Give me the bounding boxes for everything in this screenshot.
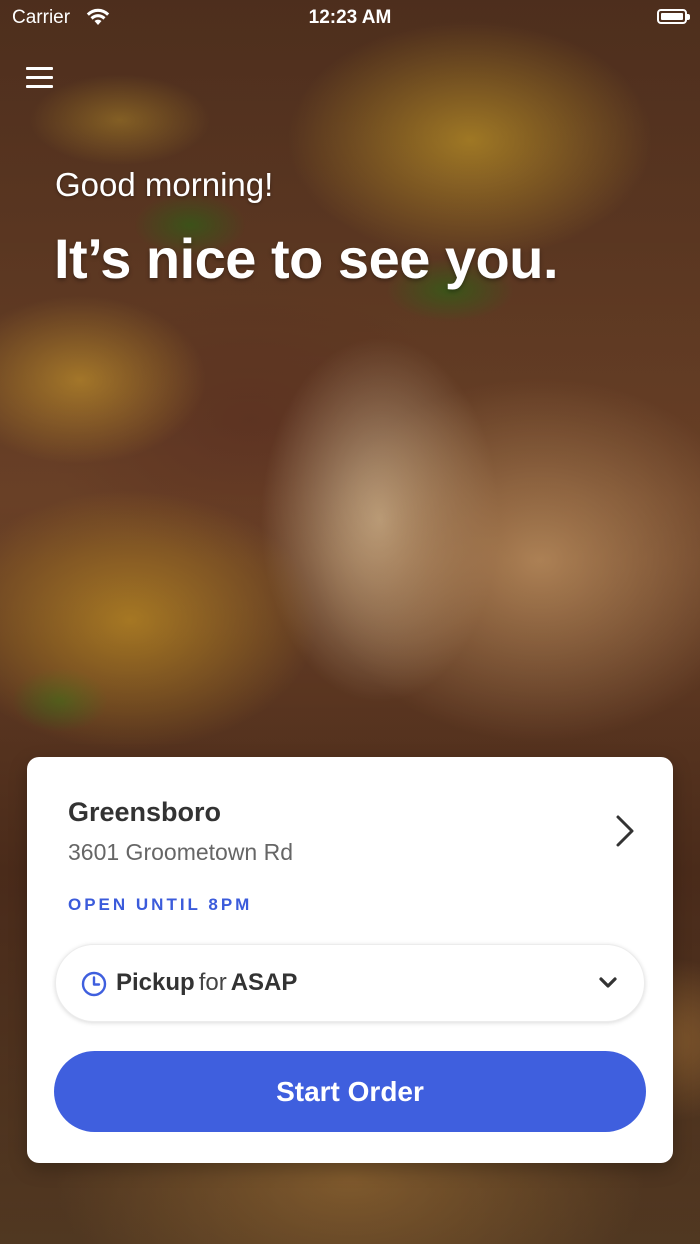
pickup-time-dropdown[interactable]: Pickup for ASAP	[55, 944, 645, 1022]
store-address: 3601 Groometown Rd	[68, 839, 294, 865]
menu-icon	[26, 67, 56, 88]
order-mode-connector: for	[198, 969, 227, 996]
menu-button[interactable]	[26, 64, 56, 94]
status-bar: Carrier 12:23 AM	[0, 0, 700, 36]
status-time: 12:23 AM	[308, 7, 392, 28]
location-selector[interactable]: Greensboro 3601 Groometown Rd	[27, 757, 673, 877]
store-name: Greensboro	[68, 797, 222, 827]
pickup-summary: Pickup for ASAP	[116, 969, 297, 997]
order-card: Greensboro 3601 Groometown Rd OPEN UNTIL…	[27, 757, 673, 1163]
battery-icon	[657, 9, 690, 24]
start-order-button[interactable]: Start Order	[54, 1051, 646, 1132]
clock-icon	[81, 971, 107, 997]
greeting-text: Good morning!	[55, 166, 274, 203]
store-hours: OPEN UNTIL 8PM	[68, 895, 253, 914]
order-mode: Pickup	[116, 969, 195, 996]
chevron-down-icon	[599, 977, 617, 988]
chevron-right-icon	[616, 815, 634, 847]
order-time: ASAP	[230, 969, 298, 996]
welcome-headline: It’s nice to see you.	[54, 227, 559, 290]
